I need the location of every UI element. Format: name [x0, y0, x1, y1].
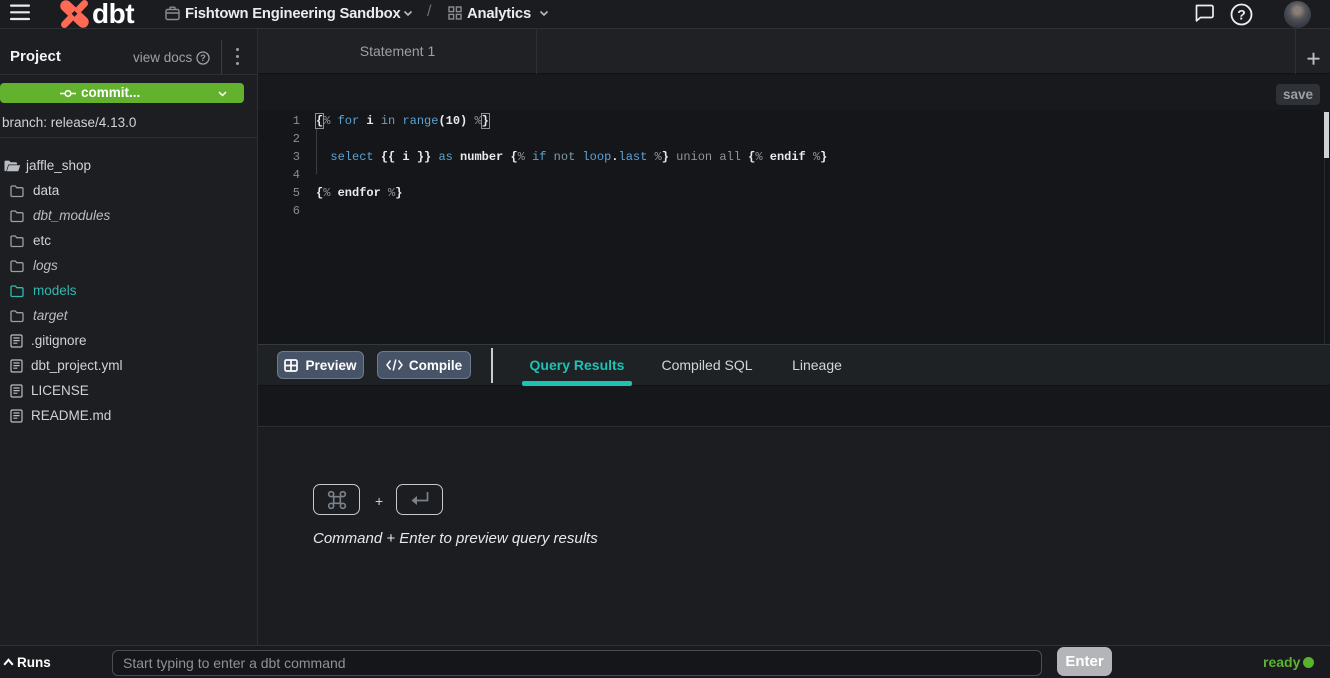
svg-text:?: ?: [1237, 7, 1246, 23]
svg-text:?: ?: [200, 53, 206, 63]
